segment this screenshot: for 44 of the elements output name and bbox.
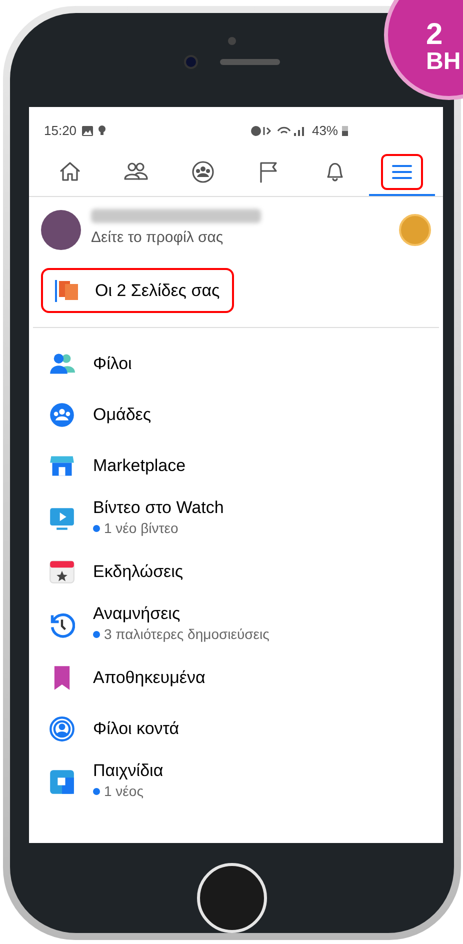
group-icon [190, 159, 216, 186]
menu-item-label: Αναμνήσεις [93, 604, 182, 624]
menu-item[interactable]: Ομάδες [49, 389, 423, 440]
group-icon [49, 402, 75, 428]
menu-item-label: Εκδηλώσεις [93, 562, 184, 582]
clock-icon [49, 612, 75, 638]
menu-item[interactable]: Εκδηλώσεις [49, 546, 423, 598]
menu-item-label: Φίλοι κοντά [93, 718, 180, 739]
menu-item-note: 1 νέο βίντεο [104, 519, 178, 538]
menu-item[interactable]: Φίλοι [49, 338, 423, 390]
menu-item[interactable]: Φίλοι κοντά [49, 703, 423, 754]
menu-item-note: 1 νέος [104, 782, 144, 802]
profile-subtitle: Δείτε το προφίλ σας [91, 228, 224, 248]
menu-item[interactable]: Βίντεο στο Watch 1 νέο βίντεο [49, 491, 423, 546]
menu-item-label: Marketplace [93, 456, 186, 476]
speaker-icon [220, 59, 280, 65]
pages-flag-icon [55, 278, 79, 303]
menu-item[interactable]: Αποθηκευμένα [49, 652, 423, 704]
avatar [41, 210, 81, 250]
bulb-icon [98, 125, 106, 136]
friends-icon [49, 350, 75, 377]
location-ring-icon [49, 716, 75, 742]
play-screen-icon [49, 506, 75, 532]
step-label: ΒΗ [426, 50, 461, 74]
menu-item[interactable]: Αναμνήσεις 3 παλιότερες δημοσιεύσεις [49, 597, 423, 652]
menu-item-label: Φίλοι [93, 354, 132, 374]
battery-icon [342, 125, 348, 136]
menu-item-label: Βίντεο στο Watch [93, 498, 224, 518]
calendar-icon [49, 558, 75, 585]
small-avatar [399, 214, 431, 246]
menu-item[interactable]: Marketplace [49, 440, 423, 492]
battery-percent: 43% [312, 122, 338, 140]
menu-item-note: 3 παλιότερες δημοσιεύσεις [104, 625, 270, 644]
status-time: 15:20 [44, 122, 77, 140]
menu-item-label: Παιχνίδια [93, 761, 164, 782]
menu-item-label: Ομάδες [93, 404, 152, 425]
sensor-icon [228, 37, 236, 45]
step-number: 2 [426, 20, 443, 50]
square-icon [49, 768, 75, 795]
camera-icon [184, 55, 198, 69]
menu-item[interactable]: Παιχνίδια 1 νέος [49, 754, 423, 810]
image-icon [82, 126, 93, 136]
pages-link[interactable]: Οι 2 Σελίδες σας [41, 268, 234, 314]
menu-item-label: Αποθηκευμένα [93, 668, 206, 688]
